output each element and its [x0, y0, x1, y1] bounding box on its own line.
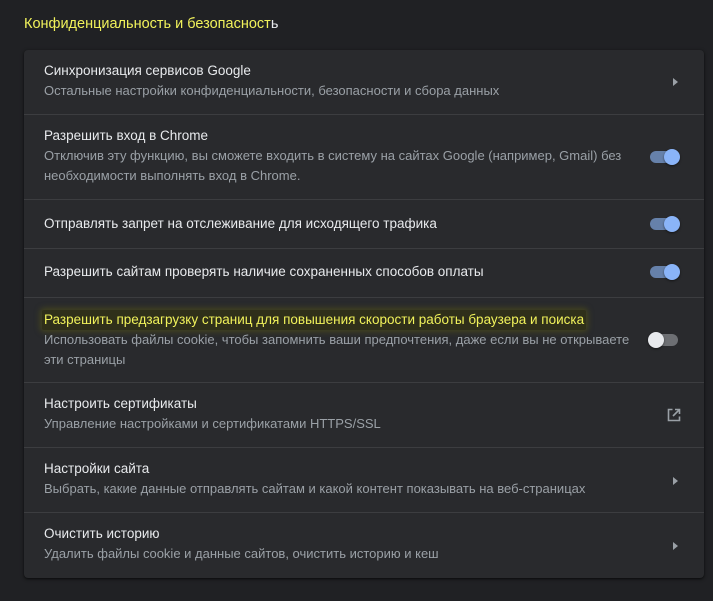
section-title-rest: ь [270, 16, 279, 32]
row-text: Отправлять запрет на отслеживание для ис… [44, 214, 634, 234]
chevron-right-icon[interactable] [673, 78, 678, 86]
row-site-settings[interactable]: Настройки сайта Выбрать, какие данные от… [24, 447, 704, 512]
section-title: Конфиденциальность и безопасность [24, 14, 278, 34]
row-preload-pages: Разрешить предзагрузку страниц для повыш… [24, 297, 704, 382]
row-title: Настройки сайта [44, 461, 150, 476]
chevron-right-icon[interactable] [673, 542, 678, 550]
toggle-payment-methods-check[interactable] [648, 262, 682, 282]
row-subtitle: Удалить файлы cookie и данные сайтов, оч… [44, 546, 439, 561]
row-text: Разрешить вход в Chrome Отключив эту фун… [44, 126, 634, 186]
row-title: Настроить сертификаты [44, 396, 197, 411]
row-google-services-sync[interactable]: Синхронизация сервисов Google Остальные … [24, 50, 704, 114]
row-subtitle: Использовать файлы cookie, чтобы запомни… [44, 332, 630, 367]
row-subtitle: Управление настройками и сертификатами H… [44, 416, 381, 431]
toggle-knob [664, 264, 680, 280]
row-title: Отправлять запрет на отслеживание для ис… [44, 216, 437, 231]
privacy-settings-card: Синхронизация сервисов Google Остальные … [24, 50, 704, 578]
row-text: Разрешить сайтам проверять наличие сохра… [44, 262, 634, 282]
row-subtitle: Выбрать, какие данные отправлять сайтам … [44, 481, 586, 496]
row-text: Синхронизация сервисов Google Остальные … [44, 61, 634, 101]
toggle-knob [648, 332, 664, 348]
row-payment-methods-check: Разрешить сайтам проверять наличие сохра… [24, 248, 704, 297]
row-text: Настройки сайта Выбрать, какие данные от… [44, 459, 634, 499]
row-allow-chrome-signin: Разрешить вход в Chrome Отключив эту фун… [24, 114, 704, 199]
row-title: Очистить историю [44, 526, 160, 541]
row-text: Очистить историю Удалить файлы cookie и … [44, 524, 634, 564]
row-title: Разрешить сайтам проверять наличие сохра… [44, 264, 484, 279]
toggle-knob [664, 216, 680, 232]
row-subtitle: Остальные настройки конфиденциальности, … [44, 83, 500, 98]
row-title: Разрешить предзагрузку страниц для повыш… [42, 310, 587, 330]
row-title: Синхронизация сервисов Google [44, 63, 251, 78]
section-title-highlighted: Конфиденциальность и безопасност [24, 16, 271, 32]
row-text: Разрешить предзагрузку страниц для повыш… [42, 310, 634, 370]
row-subtitle: Отключив эту функцию, вы сможете входить… [44, 148, 622, 183]
toggle-preload-pages[interactable] [648, 330, 682, 350]
row-clear-history[interactable]: Очистить историю Удалить файлы cookie и … [24, 512, 704, 578]
row-title: Разрешить вход в Chrome [44, 128, 209, 143]
row-do-not-track: Отправлять запрет на отслеживание для ис… [24, 199, 704, 248]
row-manage-certificates[interactable]: Настроить сертификаты Управление настрой… [24, 382, 704, 447]
toggle-do-not-track[interactable] [648, 214, 682, 234]
toggle-allow-chrome-signin[interactable] [648, 147, 682, 167]
chevron-right-icon[interactable] [673, 477, 678, 485]
toggle-knob [664, 149, 680, 165]
row-text: Настроить сертификаты Управление настрой… [44, 394, 634, 434]
external-link-icon[interactable] [666, 407, 682, 423]
